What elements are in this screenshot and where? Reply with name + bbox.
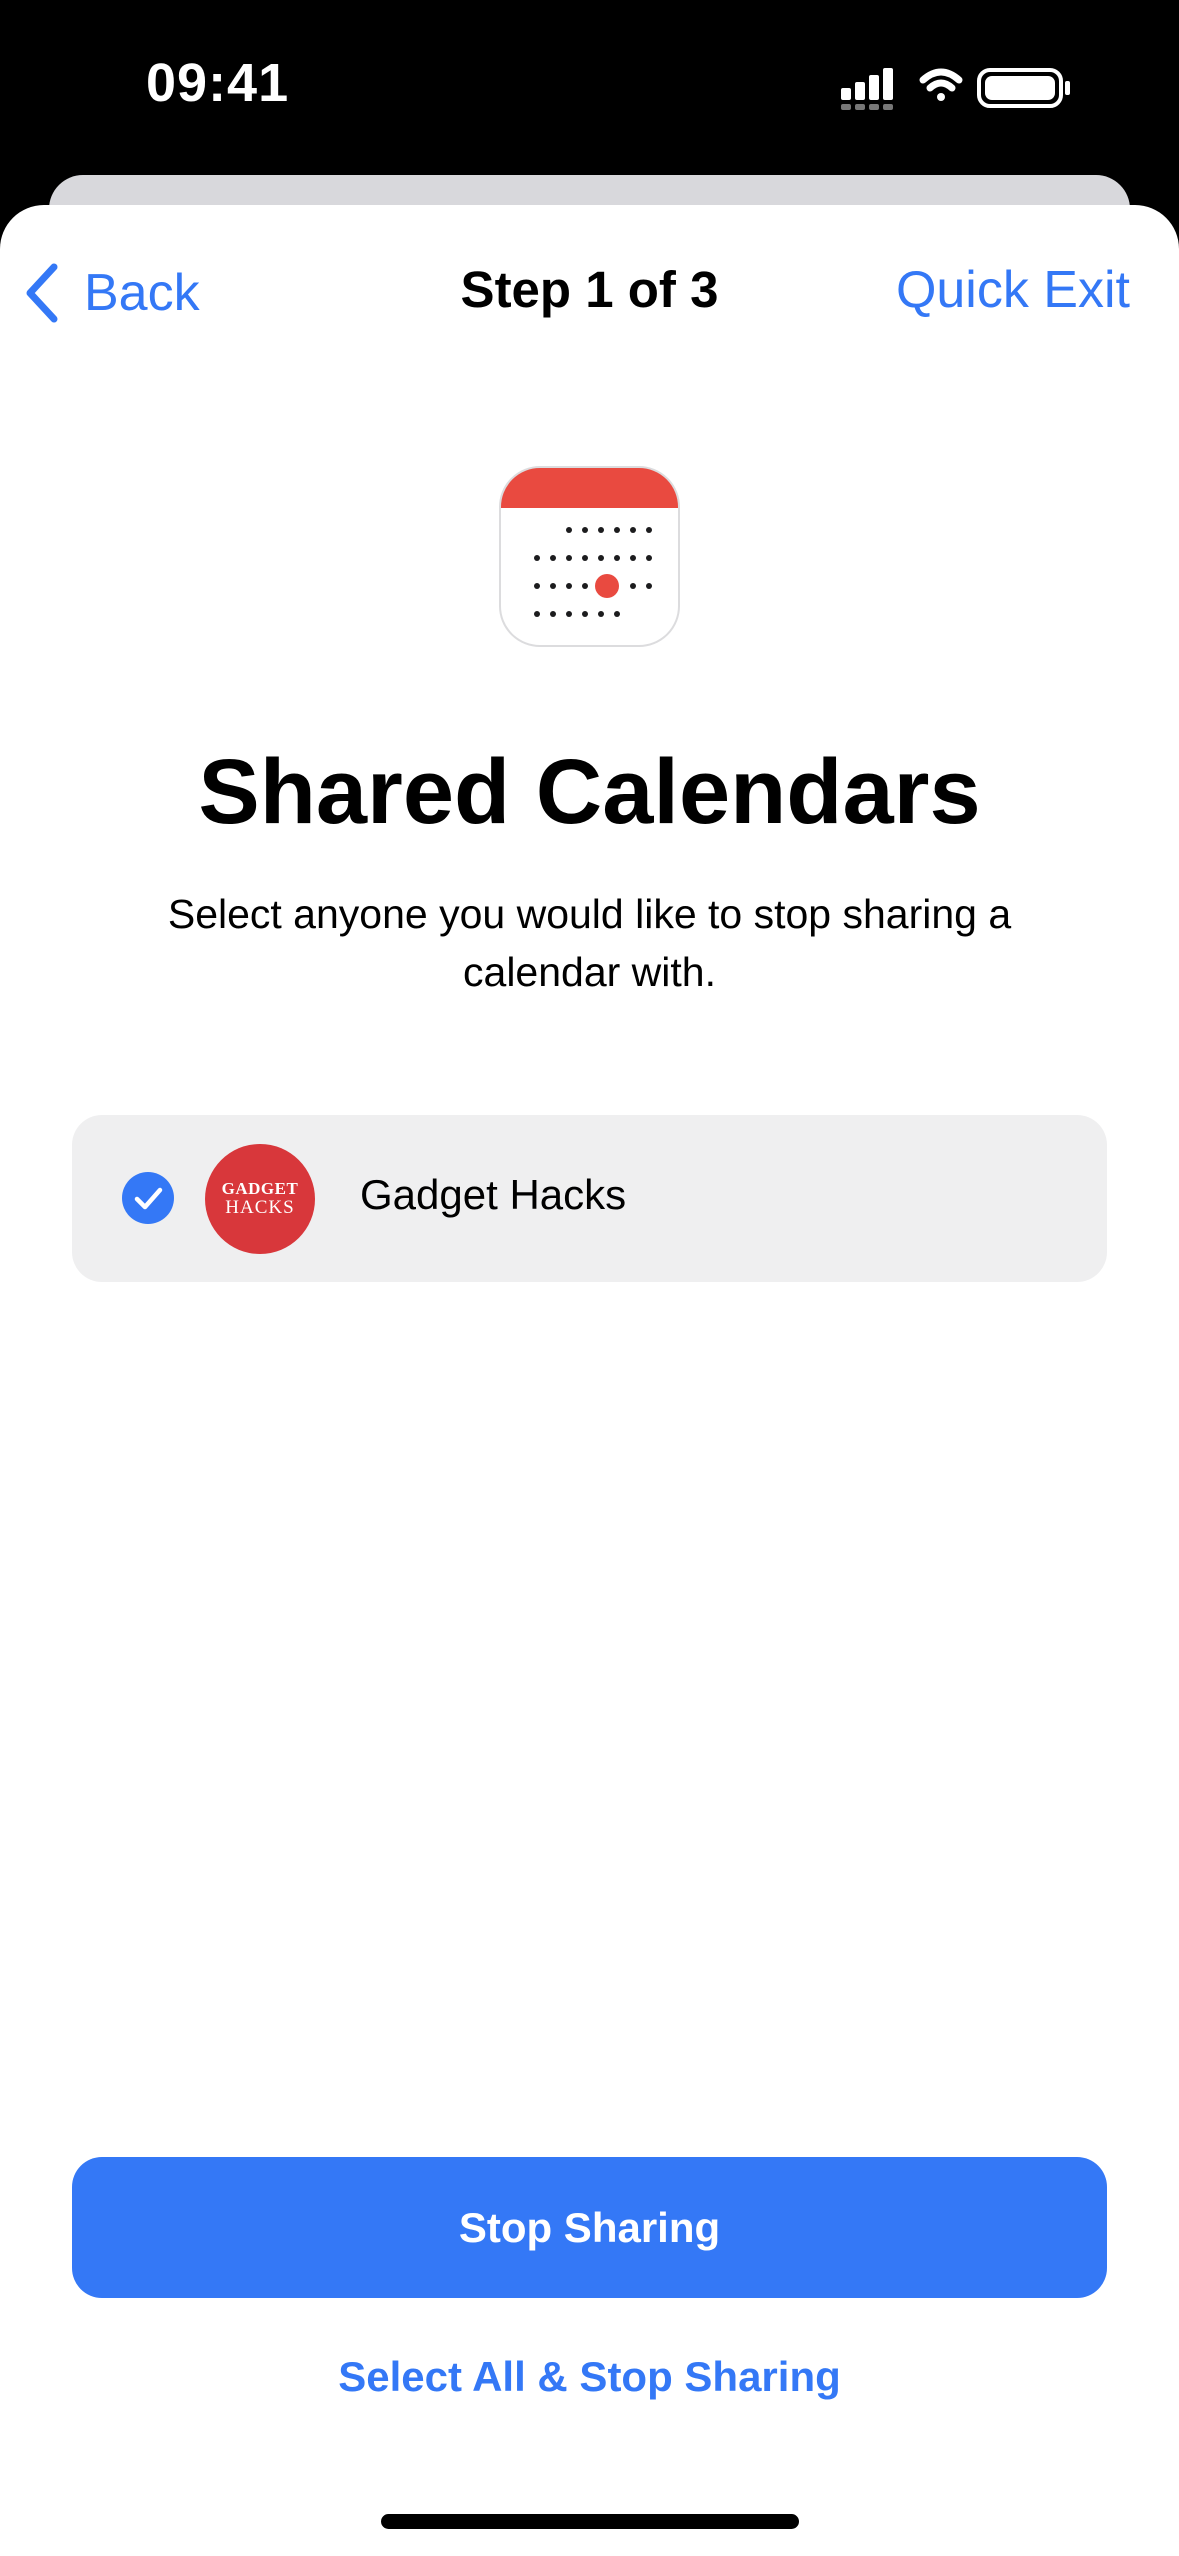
wifi-icon bbox=[919, 68, 963, 101]
cellular-signal-icon bbox=[841, 68, 893, 110]
calendar-app-icon bbox=[499, 466, 680, 647]
person-name: Gadget Hacks bbox=[360, 1171, 627, 1218]
avatar-text-bottom: HACKS bbox=[225, 1197, 295, 1218]
status-icons bbox=[841, 68, 1070, 110]
quick-exit-button[interactable]: Quick Exit bbox=[896, 260, 1130, 320]
page-description: Select anyone you would like to stop sha… bbox=[167, 891, 1012, 995]
select-all-stop-sharing-button[interactable]: Select All & Stop Sharing bbox=[0, 2353, 1179, 2401]
avatar-text-top: GADGET bbox=[221, 1179, 299, 1198]
status-time: 09:41 bbox=[146, 53, 290, 113]
home-indicator bbox=[381, 2514, 799, 2529]
status-bar: 09:41 bbox=[0, 0, 1179, 175]
page-title: Shared Calendars bbox=[198, 741, 981, 843]
list-item-gadget-hacks[interactable]: GADGET HACKS Gadget Hacks bbox=[72, 1115, 1107, 1282]
stop-sharing-button[interactable]: Stop Sharing bbox=[72, 2157, 1107, 2298]
avatar: GADGET HACKS bbox=[205, 1144, 315, 1254]
battery-icon bbox=[977, 68, 1070, 108]
checkmark-circle-icon[interactable] bbox=[122, 1172, 174, 1224]
